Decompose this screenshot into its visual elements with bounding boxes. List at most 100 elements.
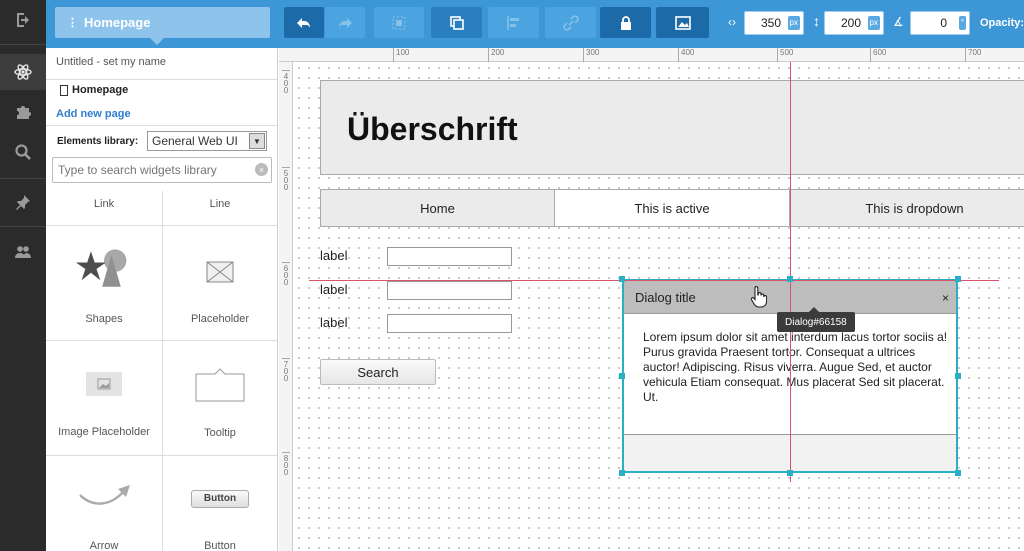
width-arrows-icon: ‹› — [728, 15, 736, 29]
redo-icon — [339, 17, 352, 28]
widget-button[interactable]: Button Button — [162, 455, 277, 551]
ruler-horizontal: 100 200 300 400 500 600 700 — [279, 48, 1024, 62]
search-icon — [15, 144, 31, 160]
link-button[interactable] — [545, 7, 596, 38]
widget-image-placeholder[interactable]: Image Placeholder — [46, 340, 162, 455]
form-label: label — [320, 248, 348, 263]
height-input[interactable]: 200 px — [824, 11, 884, 35]
form-label: label — [320, 282, 348, 297]
dialog-body-text: Lorem ipsum dolor sit amet interdum lacu… — [643, 330, 948, 404]
nav-item-dropdown[interactable]: This is dropdown — [790, 190, 1024, 226]
resize-handle[interactable] — [619, 373, 625, 379]
page-item-homepage[interactable]: Homepage — [60, 84, 128, 96]
link-icon — [562, 14, 579, 31]
plugins-button[interactable] — [0, 94, 46, 130]
ruler-tick: 400 — [678, 48, 694, 62]
widget-line[interactable]: Line — [162, 198, 277, 210]
rail-divider — [0, 44, 46, 45]
nav-bar-widget[interactable]: Home This is active This is dropdown — [320, 189, 1024, 227]
text-input-widget[interactable] — [387, 314, 512, 333]
group-button[interactable] — [374, 7, 424, 38]
arrow-icon — [79, 485, 130, 505]
ruler-tick: 600 — [870, 48, 886, 62]
text-input-widget[interactable] — [387, 247, 512, 266]
search-button-widget[interactable]: Search — [320, 359, 436, 385]
opacity-label: Opacity: — [980, 17, 1024, 29]
width-unit: px — [787, 16, 800, 30]
ruler-tick: 800 — [282, 452, 290, 477]
height-value: 200 — [840, 16, 861, 30]
form-label: label — [320, 315, 348, 330]
ruler-tick: 500 — [777, 48, 793, 62]
text-input-widget[interactable] — [387, 281, 512, 300]
width-input[interactable]: 350 px — [744, 11, 804, 35]
exit-button[interactable] — [0, 2, 46, 38]
widget-search-input[interactable] — [52, 157, 272, 183]
pin-button[interactable] — [0, 184, 46, 220]
widget-tooltip[interactable]: Tooltip — [162, 340, 277, 455]
widget-label: Tooltip — [204, 427, 236, 439]
placeholder-icon — [206, 261, 234, 283]
widget-shapes[interactable]: Shapes — [46, 225, 162, 340]
resize-handle[interactable] — [619, 470, 625, 476]
puzzle-icon — [17, 106, 31, 119]
align-button[interactable] — [488, 7, 539, 38]
widget-label: Arrow — [89, 540, 119, 551]
resize-handle[interactable] — [787, 276, 793, 282]
project-name[interactable]: Untitled - set my name — [56, 56, 166, 68]
redo-button[interactable] — [325, 7, 365, 38]
top-toolbar: ⋮ Homepage ‹› 350 px ↕ 200 px ∡ 0 ° Opac… — [46, 0, 1024, 48]
design-canvas[interactable]: 100 200 300 400 500 600 700 400 500 600 … — [279, 48, 1024, 551]
close-icon[interactable]: × — [942, 291, 949, 305]
image-button[interactable] — [656, 7, 709, 38]
angle-value: 0 — [940, 16, 947, 30]
ruler-tick: 100 — [393, 48, 409, 62]
library-select[interactable]: General Web UI ▼ — [147, 131, 267, 151]
rail-divider — [0, 226, 46, 227]
widget-placeholder[interactable]: Placeholder — [162, 225, 277, 340]
angle-icon: ∡ — [893, 15, 904, 29]
resize-handle[interactable] — [955, 373, 961, 379]
clear-search-icon[interactable]: × — [255, 163, 268, 176]
guide-line-vertical — [790, 62, 791, 482]
add-new-page-link[interactable]: Add new page — [56, 108, 131, 120]
page-tab-homepage[interactable]: ⋮ Homepage — [55, 7, 270, 45]
ruler-tick: 600 — [282, 262, 290, 287]
resize-handle[interactable] — [787, 470, 793, 476]
elements-button[interactable] — [0, 54, 46, 90]
page-item-label: Homepage — [72, 84, 129, 96]
panel-divider — [46, 79, 277, 80]
library-selected: General Web UI — [152, 134, 238, 148]
widget-arrow[interactable]: Arrow — [46, 455, 162, 551]
height-arrows-icon: ↕ — [813, 13, 820, 29]
ruler-tick: 700 — [282, 358, 290, 383]
image-placeholder-icon — [86, 372, 122, 396]
users-icon — [15, 246, 31, 258]
widget-link[interactable]: Link — [46, 198, 162, 210]
angle-input[interactable]: 0 ° — [910, 11, 970, 35]
nav-item-active[interactable]: This is active — [555, 190, 790, 226]
heading-widget[interactable]: Überschrift — [320, 80, 1024, 175]
shapes-icon — [76, 249, 127, 287]
undo-button[interactable] — [284, 7, 324, 38]
undo-icon — [297, 17, 310, 28]
page-icon — [60, 84, 68, 96]
widget-label: Image Placeholder — [58, 426, 150, 438]
nav-item-home[interactable]: Home — [321, 190, 555, 226]
resize-handle[interactable] — [955, 276, 961, 282]
tooltip-icon — [195, 368, 245, 402]
lock-button[interactable] — [600, 7, 651, 38]
arrange-button[interactable] — [431, 7, 482, 38]
widget-label: Shapes — [85, 313, 123, 325]
width-value: 350 — [760, 16, 781, 30]
ruler-tick: 400 — [282, 70, 290, 95]
search-button[interactable] — [0, 134, 46, 170]
resize-handle[interactable] — [619, 276, 625, 282]
heading-text: Überschrift — [347, 111, 518, 147]
angle-unit: ° — [958, 16, 966, 30]
ruler-tick: 300 — [583, 48, 599, 62]
resize-handle[interactable] — [955, 470, 961, 476]
team-button[interactable] — [0, 234, 46, 270]
library-label: Elements library: — [57, 136, 139, 147]
layers-icon — [449, 15, 464, 30]
